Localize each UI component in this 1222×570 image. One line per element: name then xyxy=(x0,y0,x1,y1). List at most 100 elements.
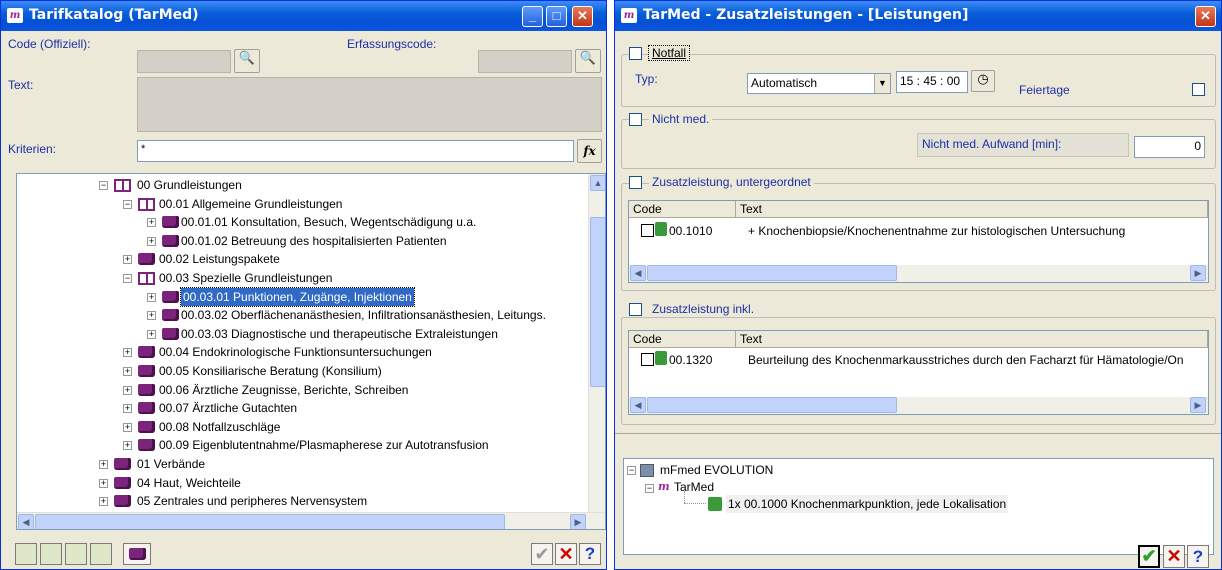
help-button[interactable]: ? xyxy=(1187,545,1209,568)
tree-expand-toggle[interactable]: + xyxy=(123,348,132,358)
row-checkbox[interactable] xyxy=(641,353,654,366)
scroll-right-button[interactable]: ▶ xyxy=(570,514,586,529)
feiertage-checkbox[interactable] xyxy=(1192,83,1205,96)
col-text-header[interactable]: Text xyxy=(736,331,1208,348)
tree-expand-toggle[interactable]: + xyxy=(123,404,132,414)
grid-hscrollbar[interactable]: ◀ ▶ xyxy=(629,265,1208,282)
tree-horizontal-scrollbar[interactable]: ◀ ▶ xyxy=(17,512,605,529)
tree-expand-toggle[interactable]: + xyxy=(147,329,156,339)
tree-vertical-scrollbar[interactable]: ▲ xyxy=(588,174,605,512)
tree-node[interactable]: 00.03 Spezielle Grundleistungen xyxy=(159,269,332,287)
time-input[interactable]: 15 : 45 : 00 xyxy=(896,71,968,93)
tree-expand-toggle[interactable]: + xyxy=(99,497,108,507)
hscroll-thumb[interactable] xyxy=(647,265,897,281)
catalog-button[interactable] xyxy=(123,543,151,565)
tree-node[interactable]: 00.02 Leistungspakete xyxy=(159,250,280,268)
tree-collapse-toggle[interactable]: − xyxy=(645,484,654,493)
tree-node[interactable]: 04 Haut, Weichteile xyxy=(137,474,241,492)
tree-expand-toggle[interactable]: + xyxy=(147,292,156,302)
tree-item-selected[interactable]: 1x 00.1000 Knochenmarkpunktion, jede Lok… xyxy=(726,495,1009,513)
tree-expand-toggle[interactable]: + xyxy=(147,218,156,228)
tree-node[interactable]: 00.03.02 Oberflächenanästhesien, Infiltr… xyxy=(181,306,546,324)
tree-expand-toggle[interactable]: + xyxy=(123,255,132,265)
maximize-button[interactable]: □ xyxy=(546,6,567,27)
close-button[interactable]: ✕ xyxy=(572,6,593,27)
tree-expand-toggle[interactable]: + xyxy=(123,422,132,432)
tree-collapse-toggle[interactable]: − xyxy=(99,181,108,190)
tree-root[interactable]: mFmed EVOLUTION xyxy=(660,461,773,479)
hscroll-thumb[interactable] xyxy=(35,514,505,529)
ok-button[interactable]: ✔ xyxy=(1138,545,1160,568)
tree-node[interactable]: 00.04 Endokrinologische Funktionsuntersu… xyxy=(159,343,432,361)
tree-node[interactable]: 05 Zentrales und peripheres Nervensystem xyxy=(137,492,367,510)
chevron-down-icon[interactable]: ▼ xyxy=(874,74,890,93)
notfall-checkbox[interactable] xyxy=(629,47,642,60)
collapse-button[interactable] xyxy=(40,543,62,565)
tree-node[interactable]: 00.01 Allgemeine Grundleistungen xyxy=(159,195,342,213)
nichtmed-checkbox[interactable] xyxy=(629,113,642,126)
clock-icon: ◷ xyxy=(977,71,989,86)
hscroll-thumb[interactable] xyxy=(647,397,897,413)
tree-node[interactable]: 00.03.03 Diagnostische und therapeutisch… xyxy=(181,325,498,343)
close-button[interactable]: ✕ xyxy=(1195,6,1216,27)
tree-node[interactable]: 01 Verbände xyxy=(137,455,205,473)
kriterien-label: Kriterien: xyxy=(8,142,57,156)
help-button[interactable]: ? xyxy=(579,543,601,565)
scroll-left-button[interactable]: ◀ xyxy=(18,514,34,529)
expand-all-button[interactable] xyxy=(15,543,37,565)
tree-node[interactable]: 00.03.01 Punktionen, Zugänge, Injektione… xyxy=(180,286,415,307)
tree-collapse-toggle[interactable]: − xyxy=(627,466,636,475)
aufwand-input[interactable]: 0 xyxy=(1134,136,1205,158)
tree-expand-toggle[interactable]: + xyxy=(123,367,132,376)
scroll-right-button[interactable]: ▶ xyxy=(1190,265,1206,281)
zus-unter-checkbox[interactable] xyxy=(629,176,642,189)
text-field[interactable] xyxy=(137,77,602,132)
scroll-left-button[interactable]: ◀ xyxy=(630,397,646,413)
col-code-header[interactable]: Code xyxy=(629,201,736,218)
row-checkbox[interactable] xyxy=(641,224,654,237)
tree-expand-toggle[interactable]: + xyxy=(123,385,132,395)
expand-button[interactable] xyxy=(65,543,87,565)
col-code-header[interactable]: Code xyxy=(629,331,736,348)
tree-collapse-toggle[interactable]: − xyxy=(123,274,132,283)
col-text-header[interactable]: Text xyxy=(736,201,1208,218)
cancel-button[interactable]: ✕ xyxy=(1163,545,1185,568)
tree-node[interactable]: 00.06 Ärztliche Zeugnisse, Berichte, Sch… xyxy=(159,381,408,399)
scroll-right-button[interactable]: ▶ xyxy=(1190,397,1206,413)
fx-button[interactable]: fx xyxy=(577,139,602,163)
cancel-button[interactable]: ✕ xyxy=(555,543,577,565)
tree-expand-toggle[interactable]: + xyxy=(123,441,132,451)
scroll-up-button[interactable]: ▲ xyxy=(590,175,605,191)
ok-button[interactable]: ✔ xyxy=(531,543,553,565)
tree-node[interactable]: 00 Grundleistungen xyxy=(137,176,242,194)
search-code-button[interactable]: 🔍 xyxy=(234,49,260,73)
tree-node[interactable]: 00.01.01 Konsultation, Besuch, Wegentsch… xyxy=(181,213,476,231)
grid-hscrollbar[interactable]: ◀ ▶ xyxy=(629,397,1208,414)
tree-node[interactable]: 00.09 Eigenblutentnahme/Plasmapherese zu… xyxy=(159,436,489,454)
tree-node[interactable]: 00.05 Konsiliarische Beratung (Konsilium… xyxy=(159,362,382,380)
kriterien-input[interactable]: * xyxy=(137,140,574,162)
erfassungscode-input[interactable] xyxy=(478,50,572,73)
tree-node[interactable]: 00.07 Ärztliche Gutachten xyxy=(159,399,297,417)
typ-select[interactable]: Automatisch ▼ xyxy=(747,73,891,94)
row-text[interactable]: + Knochenbiopsie/Knochenentnahme zur his… xyxy=(748,223,1125,239)
tree-collapse-toggle[interactable]: − xyxy=(123,199,132,209)
tree-node[interactable]: 00.08 Notfallzuschläge xyxy=(159,418,280,436)
tree-tarmed[interactable]: TarMed xyxy=(674,478,714,496)
row-text[interactable]: Beurteilung des Knochenmarkausstriches d… xyxy=(748,352,1184,368)
scroll-thumb[interactable] xyxy=(590,217,605,387)
tree-expand-toggle[interactable]: + xyxy=(99,460,108,469)
tree-node[interactable]: 00.01.02 Betreuung des hospitalisierten … xyxy=(181,232,447,250)
row-code[interactable]: 00.1010 xyxy=(669,223,712,239)
tree-expand-toggle[interactable]: + xyxy=(99,478,108,488)
tree-expand-toggle[interactable]: + xyxy=(147,311,156,321)
code-input[interactable] xyxy=(137,50,231,73)
row-code[interactable]: 00.1320 xyxy=(669,352,712,368)
search-erfassungscode-button[interactable]: 🔍 xyxy=(575,49,601,73)
minimize-button[interactable]: _ xyxy=(522,6,543,27)
collapse-all-button[interactable] xyxy=(90,543,112,565)
zus-inkl-checkbox[interactable] xyxy=(629,303,642,316)
tree-expand-toggle[interactable]: + xyxy=(147,236,156,246)
scroll-left-button[interactable]: ◀ xyxy=(630,265,646,281)
clock-button[interactable]: ◷ xyxy=(971,70,995,92)
